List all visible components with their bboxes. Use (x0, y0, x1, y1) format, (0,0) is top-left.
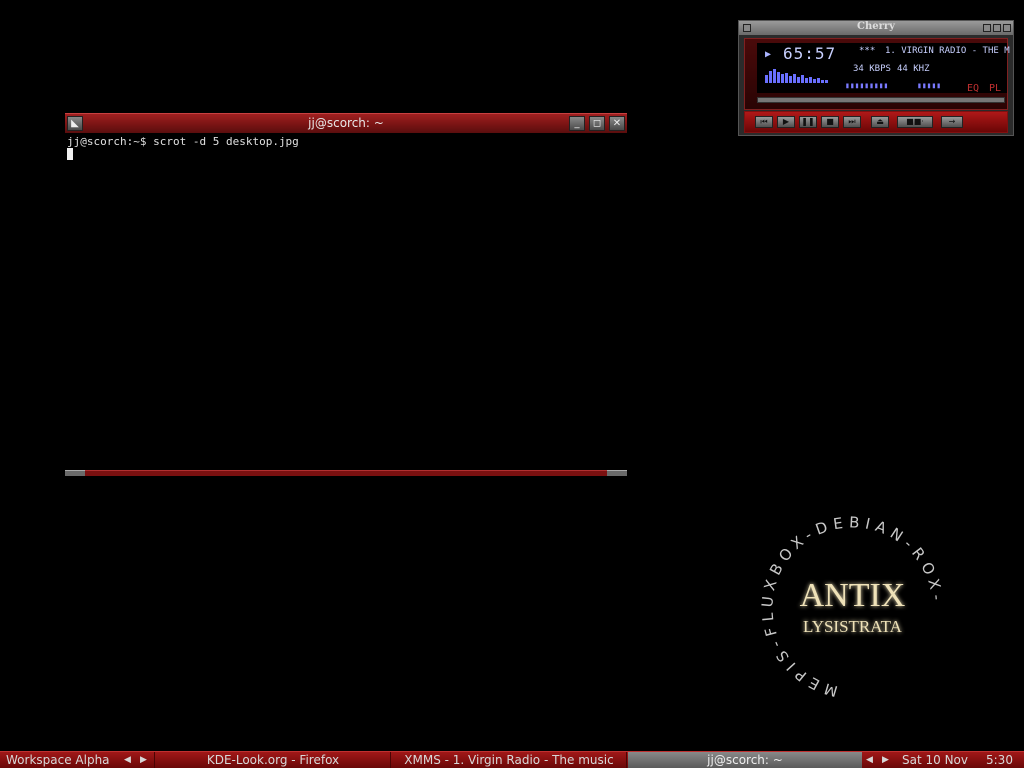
bitrate: 34 KBPS (853, 64, 891, 74)
xmms-titlebar[interactable]: Cherry (739, 21, 1013, 35)
terminal-titlebar[interactable]: ◣ jj@scorch: ~ _ ◻ ✕ (65, 113, 627, 133)
task-next-button[interactable]: ▶ (882, 752, 894, 768)
play-button[interactable]: ▶ (777, 116, 795, 128)
task-xmms[interactable]: XMMS - 1. Virgin Radio - The music (392, 752, 627, 768)
eject-button[interactable]: ⏏ (871, 116, 889, 128)
antix-logo: MEPIS-FLUXBOX-DEBIAN-ROX- ANTIX LYSISTRA… (743, 498, 959, 716)
resize-grip-left[interactable] (65, 470, 85, 476)
clock-time: 5:30 (986, 753, 1013, 767)
previous-track-button[interactable]: ⏮ (755, 116, 773, 128)
taskbar: Workspace Alpha ◀ ▶ KDE-Look.org - Firef… (0, 751, 1024, 768)
playlist-toggle[interactable]: PL (989, 83, 1001, 94)
xmms-shade-button[interactable] (993, 24, 1001, 32)
spectrum-analyzer (765, 69, 828, 83)
repeat-button[interactable]: → (941, 116, 963, 128)
terminal-window[interactable]: ◣ jj@scorch: ~ _ ◻ ✕ jj@scorch:~$ scrot … (65, 113, 627, 477)
shell-command: scrot -d 5 desktop.jpg (153, 135, 299, 148)
seek-bar[interactable] (757, 97, 1005, 103)
minimize-button[interactable]: _ (569, 116, 585, 131)
clock-date: Sat 10 Nov (902, 753, 968, 767)
logo-subtitle: LYSISTRATA (803, 617, 903, 636)
text-cursor (67, 148, 73, 160)
xmms-display: ▶ 65:57 *** 1. VIRGIN RADIO - THE M 34 K… (744, 38, 1010, 110)
terminal-resize-handle[interactable] (65, 470, 627, 476)
shuffle-button[interactable]: ■■· (897, 116, 933, 128)
terminal-line: jj@scorch:~$ scrot -d 5 desktop.jpg (67, 135, 625, 148)
samplerate: 44 KHZ (897, 64, 930, 74)
rating-stars: *** (859, 46, 876, 56)
xmms-minimize-button[interactable] (983, 24, 991, 32)
workspace-prev-button[interactable]: ◀ (124, 752, 136, 768)
xmms-skin-title: Cherry (857, 21, 895, 32)
next-track-button[interactable]: ⏭ (843, 116, 861, 128)
volume-bar[interactable]: ▮▮▮▮▮▮▮▮▮ (845, 81, 888, 90)
eq-toggle[interactable]: EQ (967, 83, 979, 94)
stop-button[interactable]: ■ (821, 116, 839, 128)
track-time: 65:57 (783, 44, 837, 63)
workspace-next-button[interactable]: ▶ (140, 752, 155, 768)
workspace-name[interactable]: Workspace Alpha (6, 752, 118, 768)
pause-button[interactable]: ❚❚ (799, 116, 817, 128)
task-firefox[interactable]: KDE-Look.org - Firefox (156, 752, 391, 768)
maximize-button[interactable]: ◻ (589, 116, 605, 131)
terminal-title: jj@scorch: ~ (308, 116, 384, 130)
song-marquee: 1. VIRGIN RADIO - THE M (885, 46, 1010, 56)
xmms-player[interactable]: Cherry ▶ 65:57 *** 1. VIRGIN RADIO - THE… (738, 20, 1014, 136)
logo-title: ANTIX (800, 577, 906, 614)
close-button[interactable]: ✕ (609, 116, 625, 131)
xmms-close-button[interactable] (1003, 24, 1011, 32)
shell-prompt: jj@scorch:~$ (67, 135, 147, 148)
resize-grip-right[interactable] (607, 470, 627, 476)
task-terminal[interactable]: jj@scorch: ~ (628, 752, 862, 768)
task-prev-button[interactable]: ◀ (866, 752, 878, 768)
balance-bar[interactable]: ▮▮▮▮▮ (917, 81, 941, 90)
xmms-controls: ⏮ ▶ ❚❚ ■ ⏭ ⏏ ■■· → (744, 111, 1008, 133)
play-status-icon: ▶ (765, 49, 772, 60)
terminal-body[interactable]: jj@scorch:~$ scrot -d 5 desktop.jpg (65, 133, 627, 469)
